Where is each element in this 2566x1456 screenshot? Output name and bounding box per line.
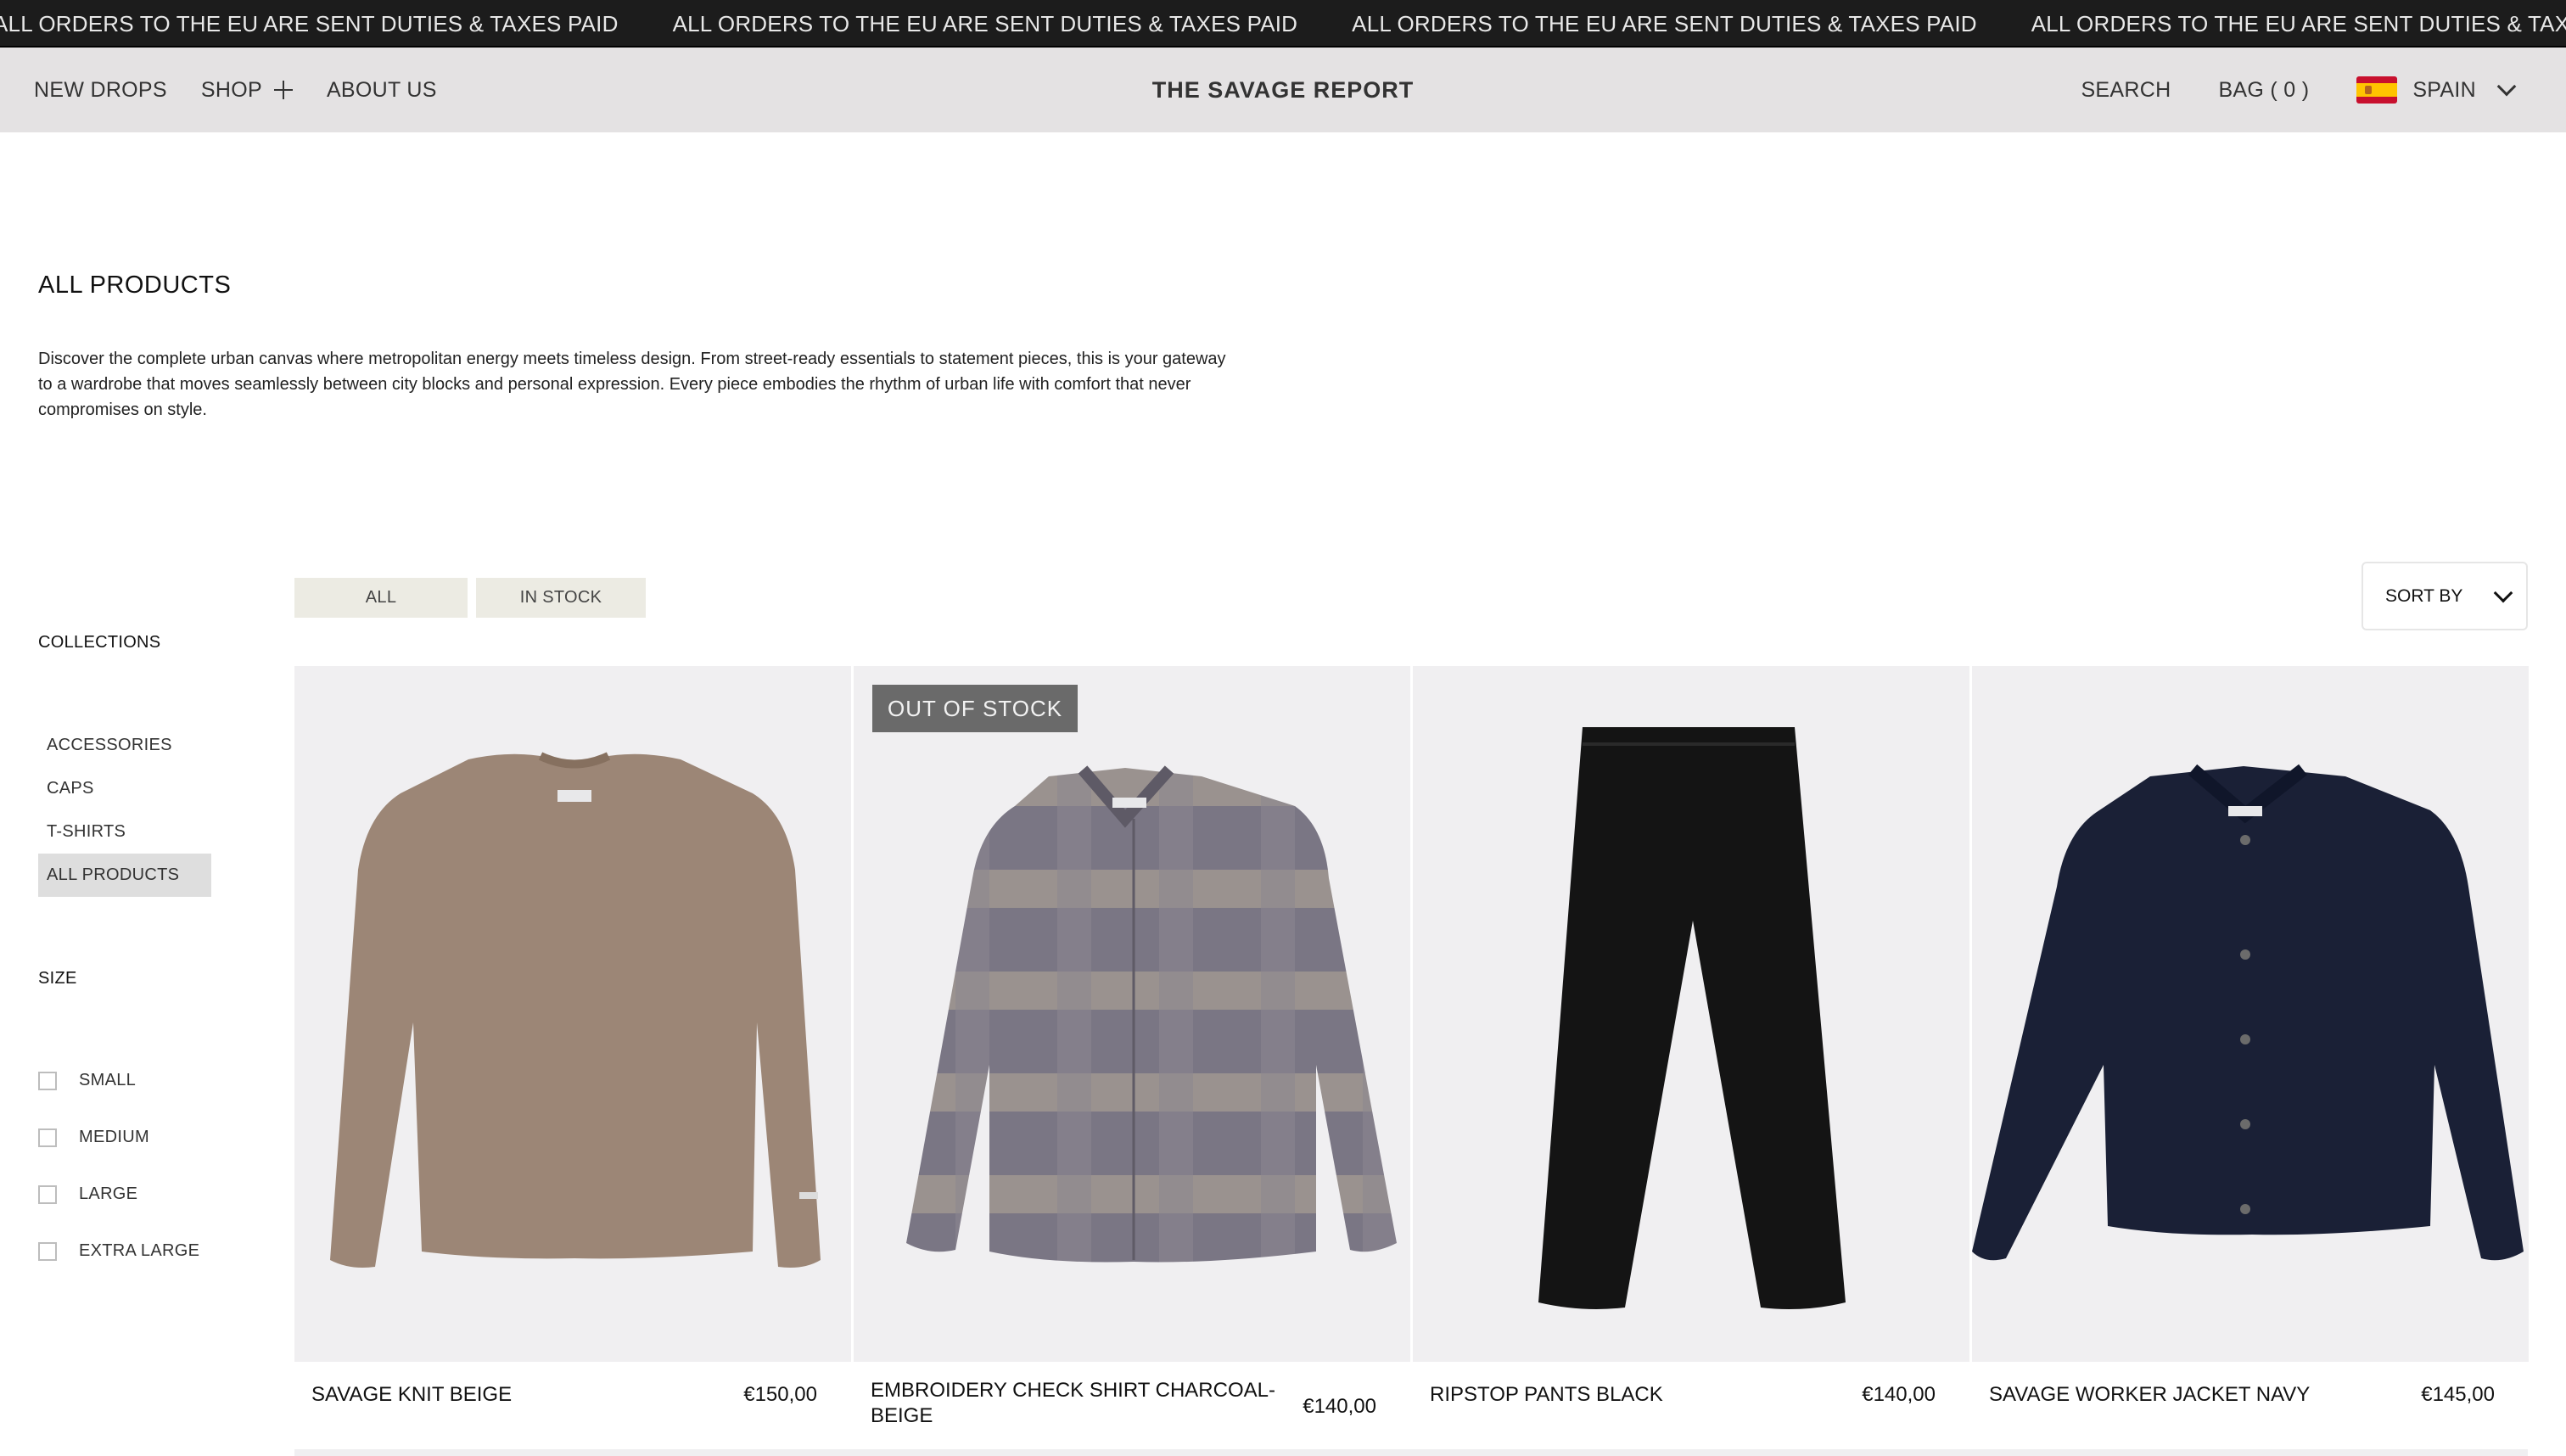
country-label: SPAIN: [2412, 77, 2476, 102]
size-label: LARGE: [79, 1184, 138, 1203]
black-pants-image: [1538, 727, 1846, 1309]
collection-caps[interactable]: CAPS: [38, 767, 211, 810]
product-image[interactable]: [294, 666, 851, 1362]
filter-chip-all[interactable]: ALL: [294, 578, 468, 618]
announcement-text: ALL ORDERS TO THE EU ARE SENT DUTIES & T…: [1352, 10, 1977, 36]
product-image[interactable]: [1972, 666, 2529, 1362]
announcement-track: ALL ORDERS TO THE EU ARE SENT DUTIES & T…: [0, 0, 2566, 46]
search-link[interactable]: SEARCH: [2081, 78, 2171, 103]
product-price: €145,00: [2421, 1383, 2495, 1406]
sort-dropdown[interactable]: SORT BY: [2362, 562, 2528, 630]
product-name[interactable]: EMBROIDERY CHECK SHIRT CHARCOAL-BEIGE: [871, 1378, 1295, 1429]
product-card[interactable]: SAVAGE KNIT BEIGE €150,00: [294, 666, 851, 1456]
size-checkbox[interactable]: [38, 1241, 57, 1261]
next-product-row: [294, 1449, 2528, 1456]
announcement-text: ALL ORDERS TO THE EU ARE SENT DUTIES & T…: [2031, 10, 2566, 36]
utility-nav: SEARCH BAG ( 0 ) SPAIN: [2081, 48, 2517, 132]
size-label: SMALL: [79, 1071, 137, 1089]
brand-logo[interactable]: THE SAVAGE REPORT: [1152, 77, 1415, 103]
primary-nav: NEW DROPS SHOP ABOUT US: [34, 48, 437, 132]
check-shirt-image: [906, 765, 1397, 1263]
country-selector[interactable]: SPAIN: [2356, 76, 2517, 104]
size-checkbox[interactable]: [38, 1128, 57, 1147]
site-header: NEW DROPS SHOP ABOUT US THE SAVAGE REPOR…: [0, 48, 2566, 132]
filter-chip-in-stock[interactable]: IN STOCK: [476, 578, 646, 618]
size-option-extra-large[interactable]: EXTRA LARGE: [38, 1241, 199, 1261]
nav-shop[interactable]: SHOP: [201, 78, 293, 103]
announcement-text: ALL ORDERS TO THE EU ARE SENT DUTIES & T…: [0, 10, 619, 36]
plus-icon: [273, 81, 293, 99]
beige-knit-sweater-image: [330, 752, 821, 1268]
product-card[interactable]: SAVAGE WORKER JACKET NAVY €145,00: [1972, 666, 2529, 1456]
nav-shop-label: SHOP: [200, 77, 262, 102]
out-of-stock-badge: OUT OF STOCK: [872, 685, 1079, 732]
size-checkbox[interactable]: [38, 1071, 57, 1090]
sort-label: SORT BY: [2385, 585, 2463, 606]
product-price: €140,00: [1303, 1395, 1376, 1418]
announcement-bar: ALL ORDERS TO THE EU ARE SENT DUTIES & T…: [0, 0, 2566, 48]
collection-all-products[interactable]: ALL PRODUCTS: [38, 854, 211, 897]
product-name[interactable]: RIPSTOP PANTS BLACK: [1430, 1382, 1829, 1408]
product-card[interactable]: RIPSTOP PANTS BLACK €140,00: [1413, 666, 1969, 1456]
size-label: EXTRA LARGE: [79, 1241, 200, 1260]
collections-heading: COLLECTIONS: [38, 633, 161, 652]
size-option-medium[interactable]: MEDIUM: [38, 1128, 149, 1147]
page-title: ALL PRODUCTS: [38, 272, 232, 299]
product-image[interactable]: OUT OF STOCK: [854, 666, 1410, 1362]
chevron-down-icon: [2494, 583, 2513, 602]
nav-new-drops[interactable]: NEW DROPS: [34, 78, 167, 103]
navy-jacket-image: [1972, 764, 2524, 1261]
size-option-small[interactable]: SMALL: [38, 1071, 136, 1090]
size-label: MEDIUM: [79, 1128, 149, 1146]
collection-accessories[interactable]: ACCESSORIES: [38, 724, 211, 767]
announcement-text: ALL ORDERS TO THE EU ARE SENT DUTIES & T…: [672, 10, 1298, 36]
chevron-down-icon: [2496, 76, 2517, 97]
page-description: Discover the complete urban canvas where…: [38, 350, 1226, 419]
product-price: €150,00: [743, 1383, 817, 1406]
product-card[interactable]: OUT OF STOCK EMBROIDERY CHECK SHIRT CHAR…: [854, 666, 1410, 1456]
product-image[interactable]: [1413, 666, 1969, 1362]
product-name[interactable]: SAVAGE WORKER JACKET NAVY: [1989, 1382, 2388, 1408]
product-price: €140,00: [1862, 1383, 1936, 1406]
size-checkbox[interactable]: [38, 1184, 57, 1204]
nav-about-us[interactable]: ABOUT US: [327, 78, 437, 103]
size-heading: SIZE: [38, 969, 77, 988]
bag-link[interactable]: BAG ( 0 ): [2218, 78, 2309, 103]
collection-t-shirts[interactable]: T-SHIRTS: [38, 810, 211, 854]
spain-flag-icon: [2356, 76, 2398, 104]
size-option-large[interactable]: LARGE: [38, 1184, 137, 1204]
product-name[interactable]: SAVAGE KNIT BEIGE: [311, 1382, 710, 1408]
